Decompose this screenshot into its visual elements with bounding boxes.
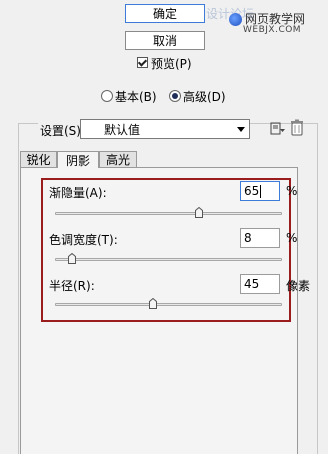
tab-shadow-label: 阴影 bbox=[65, 153, 90, 168]
advanced-radio[interactable] bbox=[169, 90, 181, 102]
fade-input[interactable]: 65 bbox=[240, 181, 280, 201]
radius-slider-thumb[interactable] bbox=[149, 297, 157, 309]
radius-label: 半径(R): bbox=[49, 279, 95, 293]
cancel-button[interactable]: 取消 bbox=[125, 31, 205, 50]
radius-unit: 像素 bbox=[286, 279, 311, 293]
tab-sharpen-label: 锐化 bbox=[26, 153, 51, 167]
tonal-width-unit: % bbox=[286, 231, 298, 245]
fade-slider-thumb[interactable] bbox=[195, 206, 203, 218]
chevron-down-icon bbox=[237, 127, 245, 132]
preview-checkbox[interactable] bbox=[137, 57, 148, 68]
radius-slider-track[interactable] bbox=[55, 303, 282, 306]
ok-button[interactable]: 确定 bbox=[125, 4, 205, 23]
save-preset-icon[interactable] bbox=[270, 120, 286, 136]
tonal-width-label: 色调宽度(T): bbox=[49, 233, 118, 247]
fade-value: 65 bbox=[244, 184, 260, 198]
tab-highlight-label: 高光 bbox=[105, 153, 130, 167]
fade-label: 渐隐量(A): bbox=[49, 186, 107, 200]
fade-unit: % bbox=[286, 184, 298, 198]
settings-select[interactable]: 默认值 bbox=[80, 119, 250, 139]
basic-radio-label: 基本(B) bbox=[115, 90, 157, 104]
settings-select-value: 默认值 bbox=[104, 122, 141, 137]
tab-shadow[interactable]: 阴影 bbox=[57, 151, 99, 168]
tonal-width-slider-track[interactable] bbox=[55, 258, 282, 261]
cancel-button-label: 取消 bbox=[152, 34, 177, 48]
ok-button-label: 确定 bbox=[152, 7, 177, 21]
watermark-url: WEBJX.COM bbox=[243, 25, 302, 35]
radius-input[interactable]: 45 bbox=[240, 274, 280, 294]
tonal-width-value: 8 bbox=[244, 231, 252, 245]
basic-radio[interactable] bbox=[101, 90, 113, 102]
tonal-width-slider-thumb[interactable] bbox=[68, 252, 76, 264]
tab-sharpen[interactable]: 锐化 bbox=[20, 151, 57, 167]
preview-label: 预览(P) bbox=[151, 57, 192, 71]
tonal-width-input[interactable]: 8 bbox=[240, 228, 280, 248]
site-logo-icon bbox=[229, 13, 242, 26]
tab-highlight[interactable]: 高光 bbox=[99, 151, 137, 167]
trash-icon[interactable] bbox=[290, 119, 304, 136]
radius-value: 45 bbox=[244, 277, 260, 291]
advanced-radio-label: 高级(D) bbox=[183, 90, 226, 104]
fade-slider-track[interactable] bbox=[55, 212, 282, 215]
